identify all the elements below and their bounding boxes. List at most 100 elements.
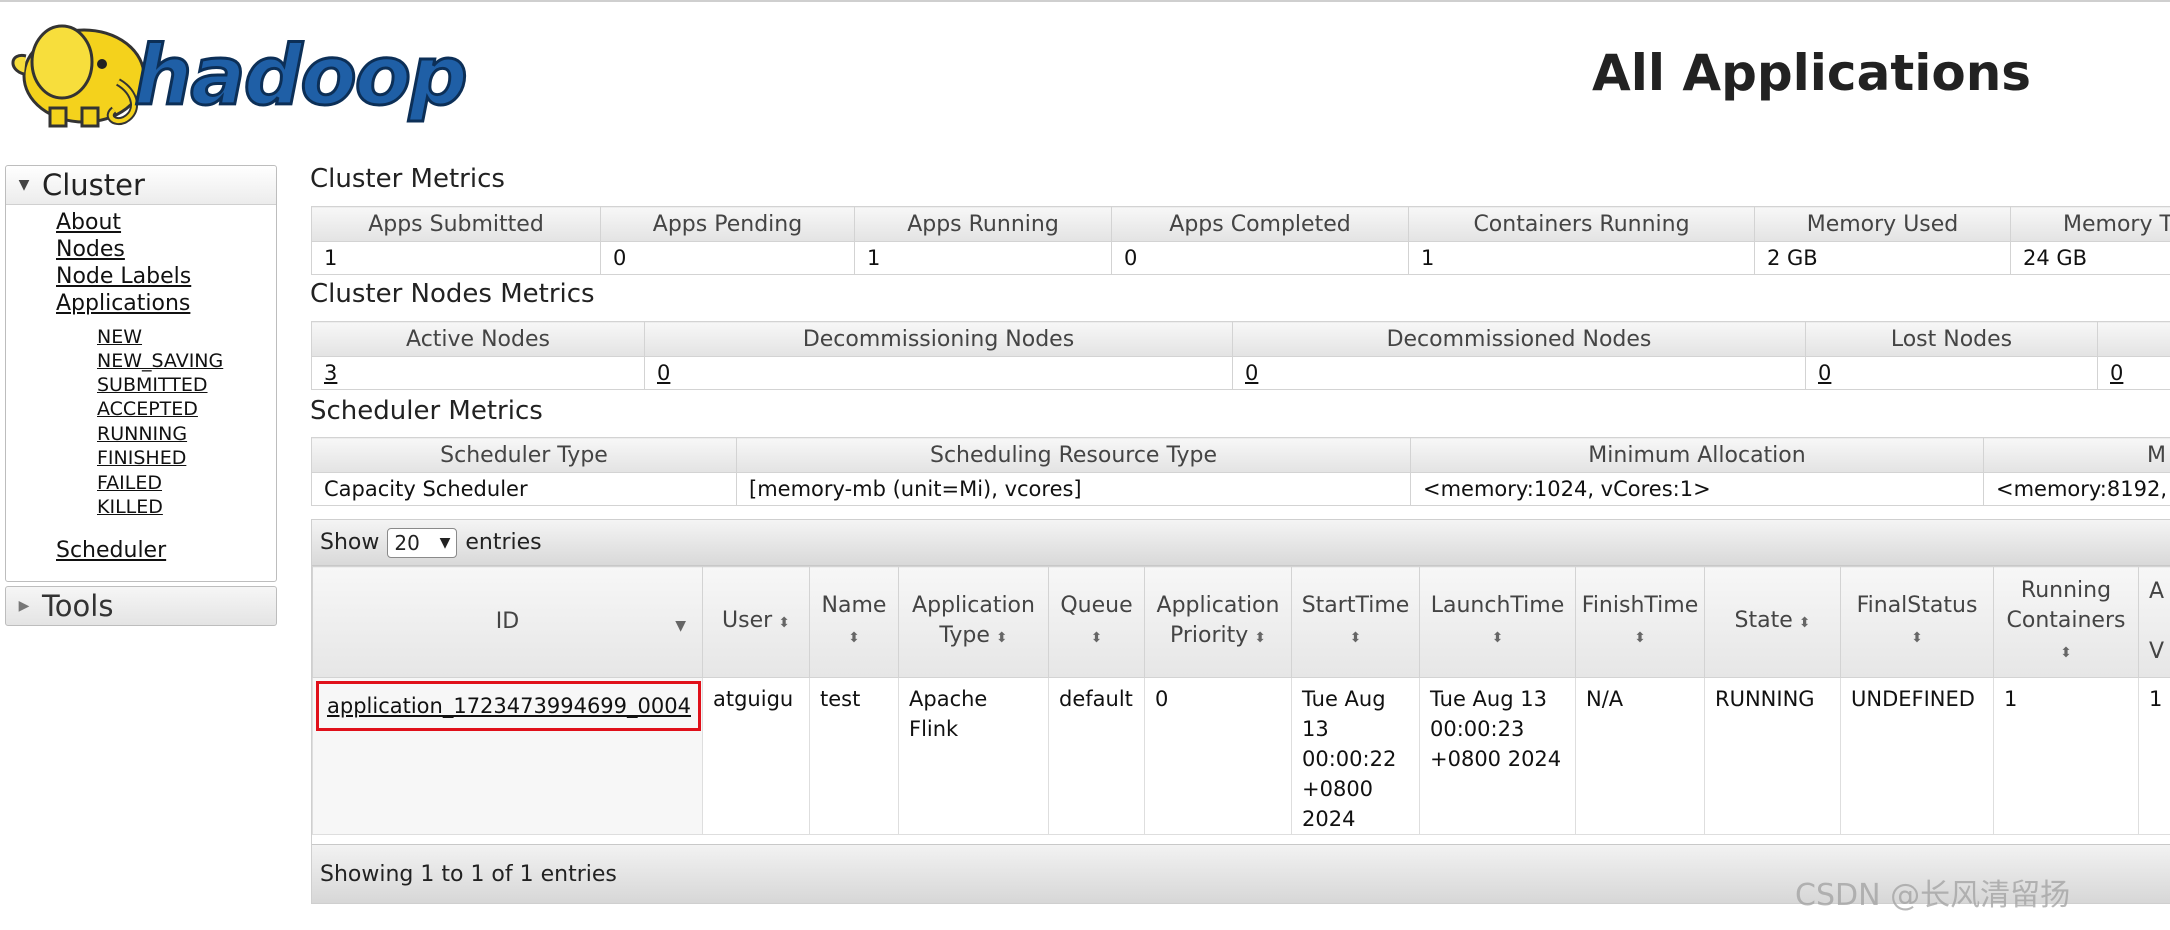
sort-icon: ⬍ [1491,630,1504,646]
header-apps-completed: Apps Completed [1111,206,1409,242]
header-nodes-more [2097,321,2170,357]
column-priority-label-2: Priority [1169,623,1249,648]
top-border [0,0,2170,2]
nav-state-new-saving[interactable]: NEW_SAVING [97,350,223,372]
application-id-link[interactable]: application_1723473994699_0004 [316,681,701,731]
link-decommissioning-nodes[interactable]: 0 [657,361,670,385]
nav-state-failed[interactable]: FAILED [97,472,162,494]
nav-state-killed[interactable]: KILLED [97,496,163,518]
column-type-label-2: Type [939,623,990,648]
cell-application-type: Apache Flink [898,677,1049,835]
column-finish-label: FinishTime [1581,593,1699,618]
header-memory-used: Memory Used [1754,206,2011,242]
sidebar-cluster-panel: ▼ Cluster About Nodes Node Labels Applic… [5,165,277,582]
cell-launch-time: Tue Aug 13 00:00:23 +0800 2024 [1419,677,1576,835]
scheduler-metrics-table: Scheduler Type Scheduling Resource Type … [311,437,2170,506]
cell-start-time: Tue Aug 13 00:00:22 +0800 2024 [1291,677,1420,835]
column-header-final-status[interactable]: FinalStatus ⬍ [1840,566,1994,678]
cluster-metrics-table: Apps Submitted Apps Pending Apps Running… [311,206,2170,275]
value-memory-used: 2 GB [1754,241,2011,275]
column-next-label-1: A [2149,579,2165,604]
column-start-label: StartTime [1301,593,1410,618]
column-header-launch-time[interactable]: LaunchTime ⬍ [1419,566,1576,678]
header-decommissioned-nodes: Decommissioned Nodes [1232,321,1806,357]
column-user-label: User [722,608,773,633]
link-nodes-more[interactable]: 0 [2110,361,2123,385]
column-header-application-type[interactable]: Application Type ⬍ [898,566,1049,678]
chevron-down-icon: ▼ [439,534,451,551]
column-header-user[interactable]: User ⬍ [702,566,810,678]
value-maximum-allocation: <memory:8192, [1983,472,2170,506]
entries-select[interactable]: 20 ▼ [387,527,458,558]
cell-final-status: UNDEFINED [1840,677,1994,835]
column-header-running-containers[interactable]: Running Containers ⬍ [1993,566,2139,678]
sort-icon: ⬍ [1798,615,1811,631]
cell-user: atguigu [702,677,810,835]
column-header-name[interactable]: Name ⬍ [809,566,899,678]
nav-state-accepted[interactable]: ACCEPTED [97,398,198,420]
nav-nodes[interactable]: Nodes [56,237,125,262]
cell-finish-time: N/A [1575,677,1705,835]
nav-about[interactable]: About [56,210,121,235]
value-containers-running: 1 [1408,241,1755,275]
hadoop-logo[interactable]: hadoop [6,12,481,130]
column-header-queue[interactable]: Queue ⬍ [1048,566,1145,678]
column-type-label-1: Application [912,593,1035,618]
header-active-nodes: Active Nodes [311,321,645,357]
watermark: CSDN @长风清留扬 [1795,878,2071,913]
column-header-priority[interactable]: Application Priority ⬍ [1144,566,1292,678]
scheduler-metrics-title: Scheduler Metrics [310,396,543,426]
nav-state-new[interactable]: NEW [97,326,142,348]
value-scheduling-resource-type: [memory-mb (unit=Mi), vcores] [736,472,1411,506]
cell-type-line-2: Flink [909,717,959,741]
cell-next: 1 [2138,677,2170,835]
value-scheduler-type: Capacity Scheduler [311,472,737,506]
link-lost-nodes[interactable]: 0 [1818,361,1831,385]
cell-start-line-5: 2024 [1302,807,1356,831]
column-header-finish-time[interactable]: FinishTime ⬍ [1575,566,1705,678]
entries-label: entries [465,530,542,555]
sidebar-cluster-title: Cluster [42,168,145,202]
sort-icon: ⬍ [1090,630,1103,646]
value-apps-pending: 0 [600,241,855,275]
header-apps-running: Apps Running [854,206,1112,242]
nav-state-running[interactable]: RUNNING [97,423,187,445]
column-header-start-time[interactable]: StartTime ⬍ [1291,566,1420,678]
sidebar-tools-title: Tools [42,589,114,623]
value-minimum-allocation: <memory:1024, vCores:1> [1410,472,1984,506]
cell-queue: default [1048,677,1145,835]
table-row: application_1723473994699_0004 atguigu t… [312,677,2170,835]
nav-scheduler[interactable]: Scheduler [56,538,166,563]
link-decommissioned-nodes[interactable]: 0 [1245,361,1258,385]
sidebar-cluster-header[interactable]: ▼ Cluster [6,166,276,205]
cell-running-containers: 1 [1993,677,2139,835]
column-header-next[interactable]: AV [2138,566,2170,678]
nav-node-labels[interactable]: Node Labels [56,264,191,289]
column-name-label: Name [821,593,887,618]
header-scheduling-resource-type: Scheduling Resource Type [736,437,1411,473]
applications-panel: Show 20 ▼ entries ID ▼ User ⬍ Name ⬍ Appli… [311,519,2170,904]
header-memory-total: Memory T [2010,206,2170,242]
nav-state-submitted[interactable]: SUBMITTED [97,374,208,396]
value-apps-completed: 0 [1111,241,1409,275]
caret-down-icon: ▼ [18,177,30,193]
value-apps-running: 1 [854,241,1112,275]
value-memory-total: 24 GB [2010,241,2170,275]
sort-icon: ⬍ [2060,645,2072,661]
sidebar-tools-header[interactable]: ▶ Tools [5,586,277,626]
column-header-id[interactable]: ID ▼ [312,566,703,678]
link-active-nodes[interactable]: 3 [324,361,337,385]
column-id-label: ID [495,609,520,634]
column-state-label: State [1734,608,1793,633]
column-running-label-1: Running [2020,578,2112,603]
entries-select-value: 20 [394,530,420,555]
elephant-icon: hadoop [11,24,469,128]
nav-state-finished[interactable]: FINISHED [97,447,186,469]
cell-start-line-2: 13 [1302,717,1329,741]
cell-start-line-4: +0800 [1302,777,1374,801]
sort-icon: ⬍ [848,630,860,646]
header-containers-running: Containers Running [1408,206,1755,242]
column-header-state[interactable]: State ⬍ [1704,566,1841,678]
header-maximum-allocation: M [1983,437,2170,473]
nav-applications[interactable]: Applications [56,291,190,316]
